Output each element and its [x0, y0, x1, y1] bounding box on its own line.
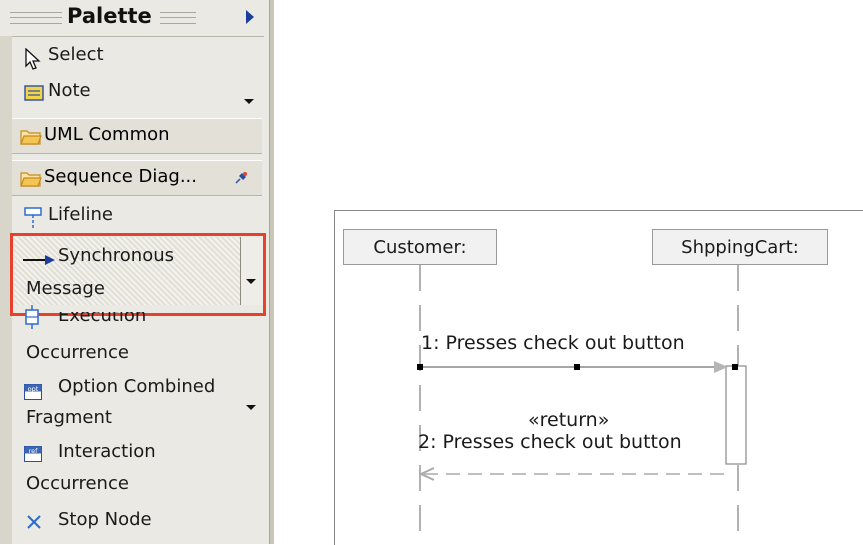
handle-mid	[574, 364, 580, 370]
handle-start	[417, 364, 423, 370]
message-2-label[interactable]: 2: Presses check out button	[418, 431, 682, 453]
handle-end	[732, 364, 738, 370]
return-stereotype-label: «return»	[528, 409, 610, 431]
diagram-graphics	[417, 265, 747, 544]
message-1-label[interactable]: 1: Presses check out button	[421, 332, 685, 354]
execution-occurrence-box	[725, 365, 747, 465]
